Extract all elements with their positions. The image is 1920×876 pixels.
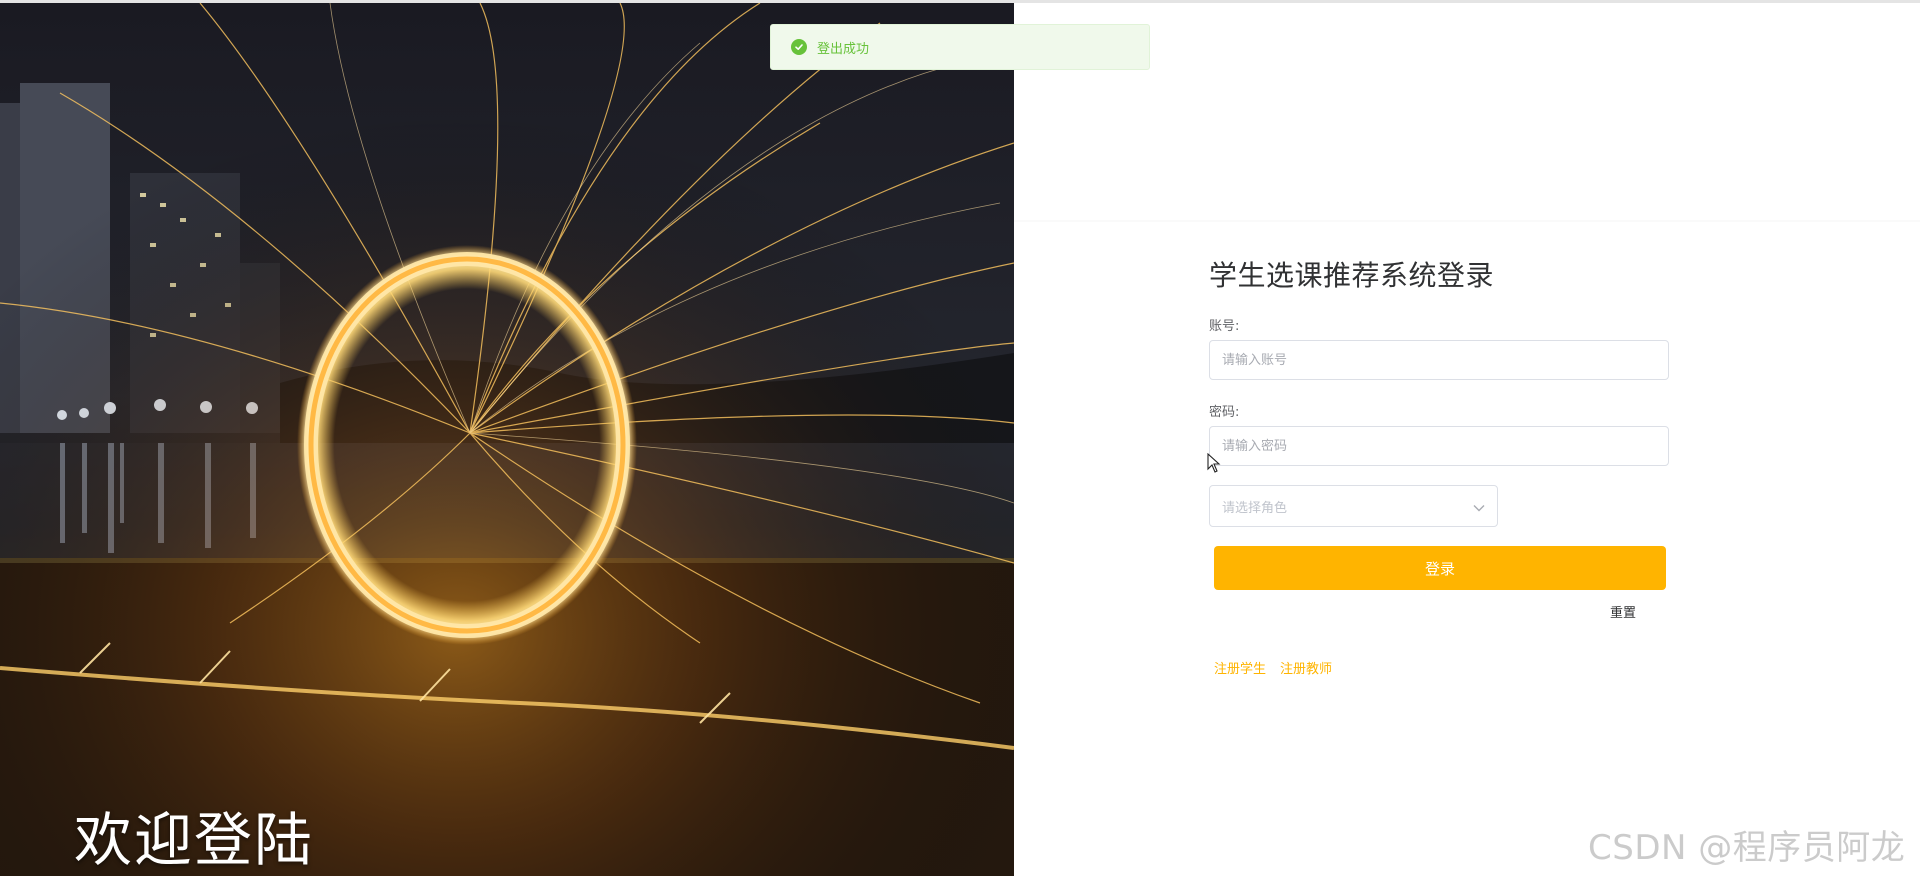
register-teacher-link[interactable]: 注册教师 (1280, 658, 1332, 677)
password-label: 密码: (1209, 405, 1240, 420)
hero-image: 欢迎登陆 (0, 3, 1014, 876)
chevron-down-icon (1473, 497, 1485, 516)
role-select[interactable]: 请选择角色 (1209, 485, 1498, 527)
toast-message: 登出成功 (817, 41, 870, 57)
account-input[interactable] (1209, 340, 1669, 380)
success-toast: 登出成功 (770, 24, 1150, 70)
role-select-placeholder: 请选择角色 (1222, 500, 1288, 516)
login-button[interactable]: 登录 (1214, 546, 1666, 590)
welcome-text: 欢迎登陆 (74, 806, 315, 874)
mouse-cursor-icon (1207, 452, 1221, 477)
account-label: 账号: (1209, 319, 1240, 334)
hero-illustration (0, 3, 1014, 876)
login-page: 欢迎登陆 登出成功 学生选课推荐系统登录 账号: 密码: 请选择角色 登录 重置… (0, 0, 1920, 876)
check-circle-icon (791, 39, 807, 55)
reset-button[interactable]: 重置 (1610, 602, 1636, 621)
register-student-link[interactable]: 注册学生 (1214, 658, 1266, 677)
panel-divider (1014, 220, 1920, 222)
password-input[interactable] (1209, 426, 1669, 466)
form-title: 学生选课推荐系统登录 (1209, 259, 1495, 292)
watermark: CSDN @程序员阿龙 (1588, 828, 1906, 868)
